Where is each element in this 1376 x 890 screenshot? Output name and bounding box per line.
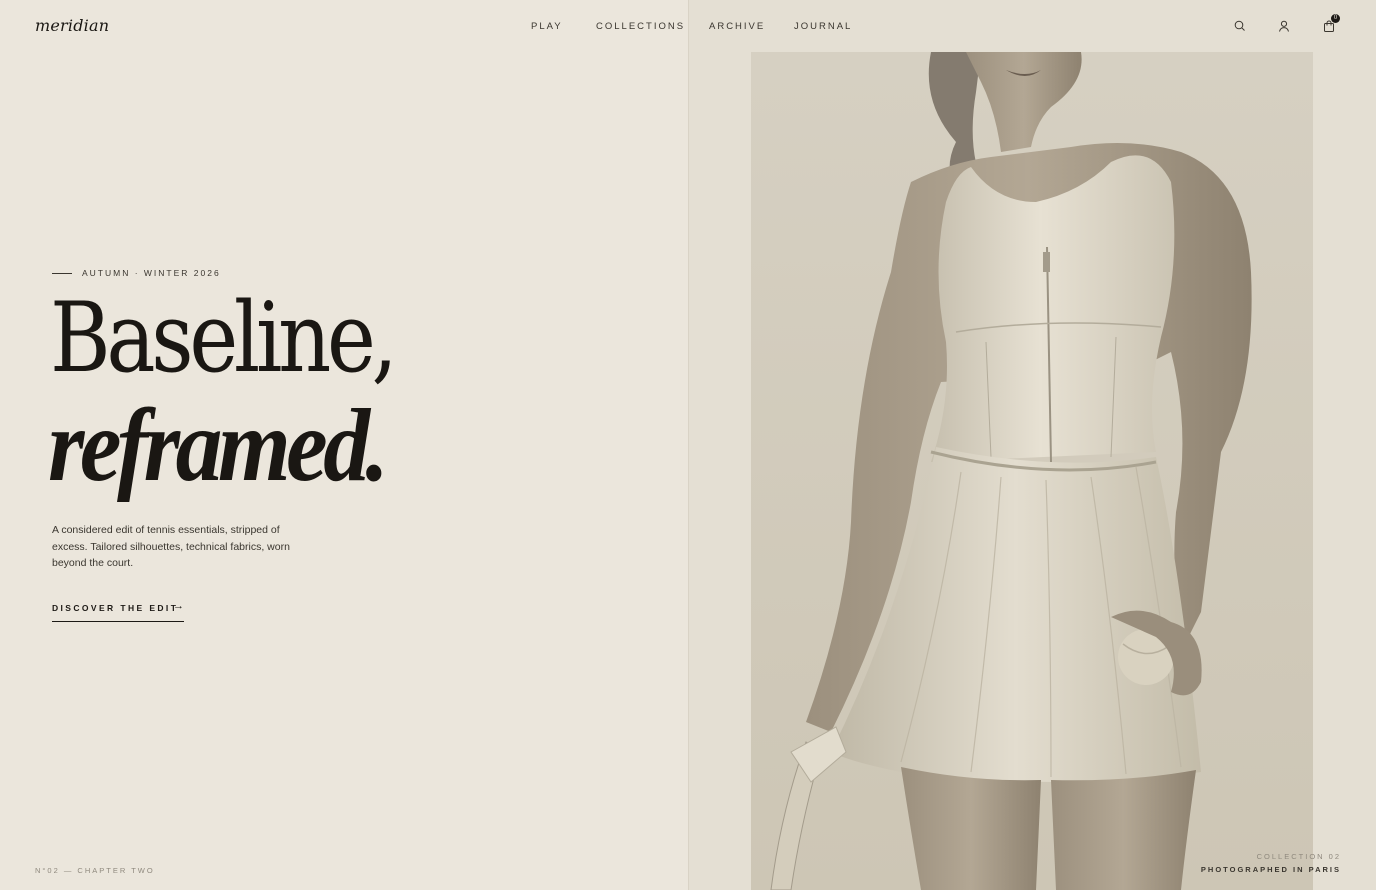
arrow-right-icon: →	[173, 600, 184, 612]
discover-the-edit-link[interactable]: DISCOVER THE EDIT →	[52, 600, 184, 622]
hero-description: A considered edit of tennis essentials, …	[52, 524, 290, 569]
brand-logo[interactable]: meridian	[35, 16, 109, 35]
caption-location: PHOTOGRAPHED IN PARIS	[1200, 865, 1341, 874]
search-icon[interactable]	[1233, 19, 1247, 33]
nav-item-archive[interactable]: ARCHIVE	[709, 21, 765, 32]
hero-photo	[751, 52, 1313, 890]
tennis-model-illustration	[770, 52, 1252, 890]
season-eyebrow: AUTUMN · WINTER 2026	[52, 268, 221, 278]
user-icon[interactable]	[1277, 19, 1291, 33]
eyebrow-rule	[52, 272, 72, 274]
nav-item-journal[interactable]: JOURNAL	[794, 21, 852, 32]
cta-label: DISCOVER THE EDIT	[52, 603, 179, 613]
cart-count-badge: 0	[1331, 14, 1340, 23]
bag-icon[interactable]: 0	[1322, 14, 1340, 33]
caption-collection: COLLECTION 02	[1256, 852, 1341, 861]
nav-item-play[interactable]: PLAY	[531, 21, 563, 32]
nav-item-collections[interactable]: COLLECTIONS	[596, 21, 685, 32]
season-label: AUTUMN · WINTER 2026	[82, 268, 221, 278]
headline-line-1: Baseline,	[50, 282, 398, 394]
photo-caption: COLLECTION 02 PHOTOGRAPHED IN PARIS	[1201, 852, 1341, 874]
chapter-label: N°02 — CHAPTER TWO	[35, 866, 155, 875]
headline-line-2: reframed.	[48, 388, 389, 503]
